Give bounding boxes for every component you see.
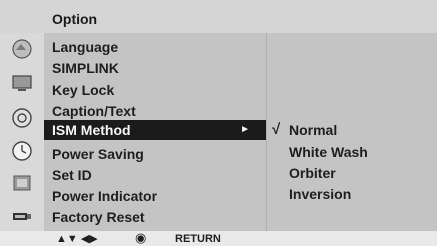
return-hint: RETURN [175, 233, 221, 245]
menu-item-label: Key Lock [52, 82, 115, 98]
option-normal[interactable]: Normal [289, 120, 337, 140]
option-white-wash[interactable]: White Wash [289, 142, 368, 162]
menu-title: Option [52, 11, 98, 27]
menu-item-label: Power Indicator [52, 188, 158, 204]
menu-item-label: ISM Method [52, 122, 131, 138]
menu-item-language[interactable]: Language [44, 37, 266, 57]
osd-screen: Option Language SIMPLINK Key Lock Captio… [0, 0, 437, 246]
option-orbiter[interactable]: Orbiter [289, 163, 336, 183]
screen-icon[interactable] [11, 72, 33, 94]
menu-item-caption-text[interactable]: Caption/Text [44, 101, 266, 121]
ok-icon: ◉ [135, 230, 147, 245]
menu-item-factory-reset[interactable]: Factory Reset [44, 207, 266, 227]
menu-item-simplink[interactable]: SIMPLINK [44, 58, 266, 78]
menu-item-label: Power Saving [52, 146, 144, 162]
menu-item-label: Set ID [52, 167, 92, 183]
menu-item-label: Language [52, 39, 119, 55]
menu-item-label: Caption/Text [52, 103, 136, 119]
input-icon[interactable] [11, 205, 33, 227]
clock-icon[interactable] [11, 140, 33, 162]
menu-item-key-lock[interactable]: Key Lock [44, 80, 266, 100]
menu-item-ism-method[interactable]: ISM Method ► [44, 120, 266, 140]
navigate-arrows-icon: ▲▼ ◀▶ [56, 233, 98, 245]
menu-item-power-saving[interactable]: Power Saving [44, 144, 266, 164]
picture-icon[interactable] [11, 38, 33, 60]
menu-item-label: Factory Reset [52, 209, 145, 225]
check-icon: √ [272, 121, 281, 138]
menu-item-set-id[interactable]: Set ID [44, 165, 266, 185]
menu-item-power-indicator[interactable]: Power Indicator [44, 186, 266, 206]
menu-title-bar: Option [0, 0, 437, 33]
lock-icon[interactable] [11, 172, 33, 194]
option-inversion[interactable]: Inversion [289, 184, 351, 204]
category-icon-strip [0, 33, 44, 231]
speaker-icon[interactable] [11, 107, 33, 129]
menu-item-label: SIMPLINK [52, 60, 119, 76]
submenu-arrow-icon: ► [240, 124, 250, 135]
